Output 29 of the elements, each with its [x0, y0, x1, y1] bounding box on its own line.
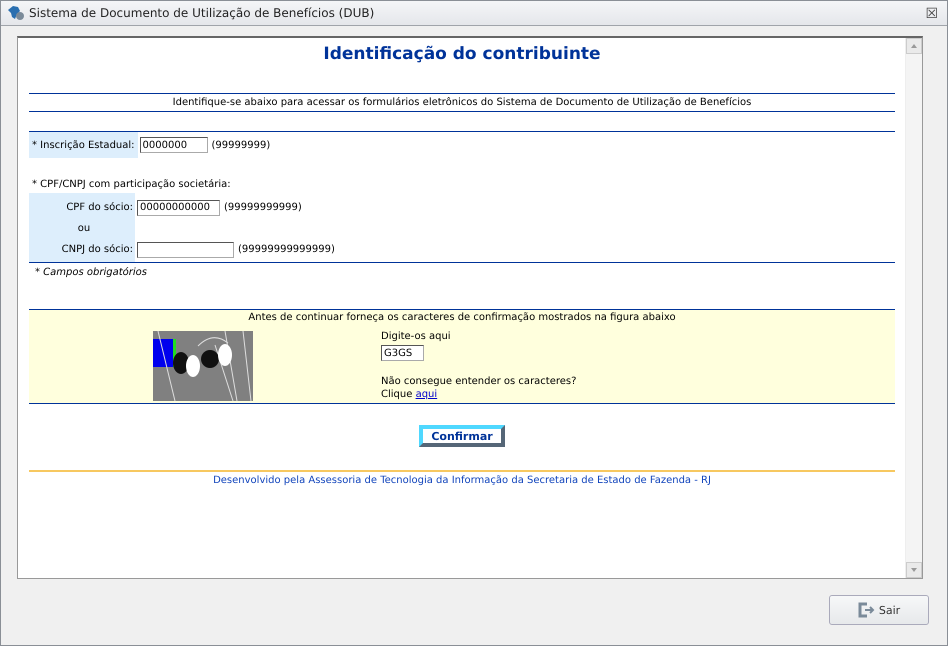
- field-label: CPF do sócio:: [65, 202, 134, 213]
- confirm-button[interactable]: Confirmar: [419, 425, 505, 447]
- group-label: * CPF/CNPJ com participação societária:: [31, 178, 232, 192]
- close-button[interactable]: ☒: [923, 5, 941, 21]
- help-text: Não consegue entender os caracteres?: [381, 375, 576, 388]
- exit-button[interactable]: Sair: [829, 595, 929, 625]
- input-field[interactable]: [137, 242, 234, 258]
- footer-text: Desenvolvido pela Assessoria de Tecnologia da Informação da Secretaria de Estado de Fazenda - RJ: [212, 474, 712, 486]
- captcha-input[interactable]: G3GS: [381, 345, 424, 361]
- window-title: Sistema de Documento de Utilização de Benefícios (DUB): [29, 6, 376, 20]
- required-note: * Campos obrigatórios: [34, 266, 148, 280]
- field-label: Digite-os aqui: [381, 330, 451, 343]
- app-icon: [7, 5, 25, 21]
- scroll-up-icon[interactable]: [906, 38, 922, 54]
- format-hint: (99999999999999): [238, 244, 335, 255]
- reload-link[interactable]: aqui: [416, 389, 438, 400]
- captcha-instruction: Antes de continuar forneça os caracteres de confirmação mostrados na figura abaixo: [247, 312, 677, 325]
- input-field[interactable]: 00000000000: [137, 200, 220, 216]
- field-label: * Inscrição Estadual:: [29, 132, 138, 158]
- format-hint: (99999999999): [224, 202, 302, 213]
- intro-text: Identifique-se abaixo para acessar os formulários eletrônicos do Sistema de Documento de Utilização de Benefícios: [172, 96, 752, 110]
- page-heading: Identificação do contribuinte: [322, 43, 602, 66]
- scroll-down-icon[interactable]: [906, 562, 922, 578]
- or-text: ou: [76, 223, 92, 234]
- field-label: CNPJ do sócio:: [60, 244, 134, 255]
- exit-icon: [858, 602, 876, 618]
- input-field[interactable]: 0000000: [140, 137, 208, 153]
- click-text: Clique: [381, 389, 412, 400]
- format-hint: (99999999): [212, 140, 270, 150]
